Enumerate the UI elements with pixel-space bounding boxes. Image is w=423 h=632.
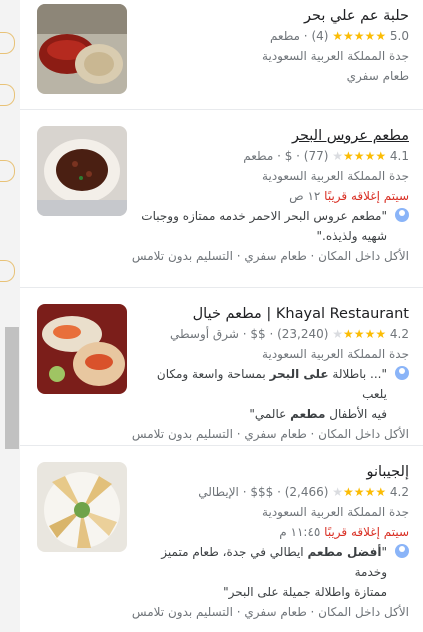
star-icon: ★★★★★ xyxy=(332,29,387,43)
category: شرق أوسطي xyxy=(170,327,239,341)
left-rail xyxy=(0,0,20,632)
review-snippet: "... باطلالة على البحر بمساحة واسعة ومكا… xyxy=(138,364,409,424)
service-info: طعام سفري xyxy=(346,69,409,83)
review-line: "مطعم عروس البحر الاحمر خدمه ممتازه ووجب… xyxy=(141,209,387,223)
review-snippet: "أفضل مطعم ايطالي في جدة، طعام متميز وخد… xyxy=(138,542,409,602)
rating-value: 4.2 xyxy=(389,485,409,499)
result-thumbnail[interactable] xyxy=(37,126,127,216)
food-photo xyxy=(37,462,127,552)
review-line: شهيه ولذيذه." xyxy=(316,229,387,243)
result-title[interactable]: إلجيبانو xyxy=(138,462,409,482)
price-level: $ xyxy=(284,149,293,163)
rating-value: 5.0 xyxy=(389,29,409,43)
hours-row: سيتم إغلاقه قريبًا ١٢ ص xyxy=(138,186,409,206)
result-card[interactable]: إلجيبانو 4.2 ★★★★★ (2,466) · $$$ · الإيط… xyxy=(20,446,423,632)
result-title[interactable]: Khayal Restaurant | مطعم خيال xyxy=(138,304,409,324)
food-photo xyxy=(37,4,127,94)
category: مطعم xyxy=(269,29,300,43)
location: جدة المملكة العربية السعودية xyxy=(262,169,409,183)
price-level: $$$ xyxy=(250,485,274,499)
closing-status: سيتم إغلاقه قريبًا xyxy=(324,525,409,539)
review-line: "... باطلالة على البحر بمساحة واسعة ومكا… xyxy=(156,367,387,401)
service-options: الأكل داخل المكان · طعام سفري · التسليم … xyxy=(131,427,409,441)
service-options: الأكل داخل المكان · طعام سفري · التسليم … xyxy=(131,249,409,263)
result-thumbnail[interactable] xyxy=(37,304,127,394)
result-thumbnail[interactable] xyxy=(37,462,127,552)
rating-row: 4.2 ★★★★★ (2,466) · $$$ · الإيطالي xyxy=(198,485,409,499)
reviewer-avatar-icon xyxy=(395,366,409,380)
review-line: "أفضل مطعم ايطالي في جدة، طعام متميز وخد… xyxy=(161,545,387,579)
category: مطعم xyxy=(243,149,274,163)
results-list: حلبة عم علي بحر 5.0 ★★★★★ (4) · مطعم جدة… xyxy=(20,0,423,632)
food-photo xyxy=(37,304,127,394)
hours-row: سيتم إغلاقه قريبًا ١١:٤٥ م xyxy=(138,522,409,542)
closing-time: ١١:٤٥ م xyxy=(279,525,321,539)
result-card[interactable]: مطعم عروس البحر 4.1 ★★★★★ (77) · $ · مطع… xyxy=(20,110,423,288)
star-icon: ★★★★★ xyxy=(332,485,387,499)
star-icon: ★★★★★ xyxy=(332,149,387,163)
review-snippet: "مطعم عروس البحر الاحمر خدمه ممتازه ووجب… xyxy=(138,206,409,246)
service-options: الأكل داخل المكان · طعام سفري · التسليم … xyxy=(131,605,409,619)
closing-status: سيتم إغلاقه قريبًا xyxy=(324,189,409,203)
location: جدة المملكة العربية السعودية xyxy=(262,49,409,63)
review-count[interactable]: (4) xyxy=(311,29,328,43)
result-title[interactable]: مطعم عروس البحر xyxy=(138,126,409,146)
location: جدة المملكة العربية السعودية xyxy=(262,505,409,519)
reviewer-avatar-icon xyxy=(395,544,409,558)
rating-row: 4.2 ★★★★★ (23,240) · $$ · شرق أوسطي xyxy=(170,327,409,341)
result-title[interactable]: حلبة عم علي بحر xyxy=(138,6,409,26)
rating-value: 4.2 xyxy=(389,327,409,341)
result-card[interactable]: حلبة عم علي بحر 5.0 ★★★★★ (4) · مطعم جدة… xyxy=(20,0,423,110)
category: الإيطالي xyxy=(198,485,239,499)
rating-row: 4.1 ★★★★★ (77) · $ · مطعم xyxy=(243,149,409,163)
scrollbar-thumb[interactable] xyxy=(5,327,19,449)
star-icon: ★★★★★ xyxy=(332,327,387,341)
review-line: فيه الأطفال مطعم عالمي" xyxy=(249,407,387,421)
rating-row: 5.0 ★★★★★ (4) · مطعم xyxy=(269,29,409,43)
review-line: ممتازة واطلالة جميلة على البحر" xyxy=(223,585,387,599)
price-level: $$ xyxy=(250,327,266,341)
map-edge-decoration xyxy=(0,160,15,182)
location: جدة المملكة العربية السعودية xyxy=(262,347,409,361)
food-photo xyxy=(37,126,127,216)
map-edge-decoration xyxy=(0,32,15,54)
map-edge-decoration xyxy=(0,260,15,282)
rating-value: 4.1 xyxy=(389,149,409,163)
map-edge-decoration xyxy=(0,84,15,106)
closing-time: ١٢ ص xyxy=(289,189,321,203)
review-count[interactable]: (2,466) xyxy=(285,485,329,499)
result-thumbnail[interactable] xyxy=(37,4,127,94)
review-count[interactable]: (23,240) xyxy=(277,327,328,341)
review-count[interactable]: (77) xyxy=(304,149,329,163)
result-card[interactable]: Khayal Restaurant | مطعم خيال 4.2 ★★★★★ … xyxy=(20,288,423,446)
reviewer-avatar-icon xyxy=(395,208,409,222)
